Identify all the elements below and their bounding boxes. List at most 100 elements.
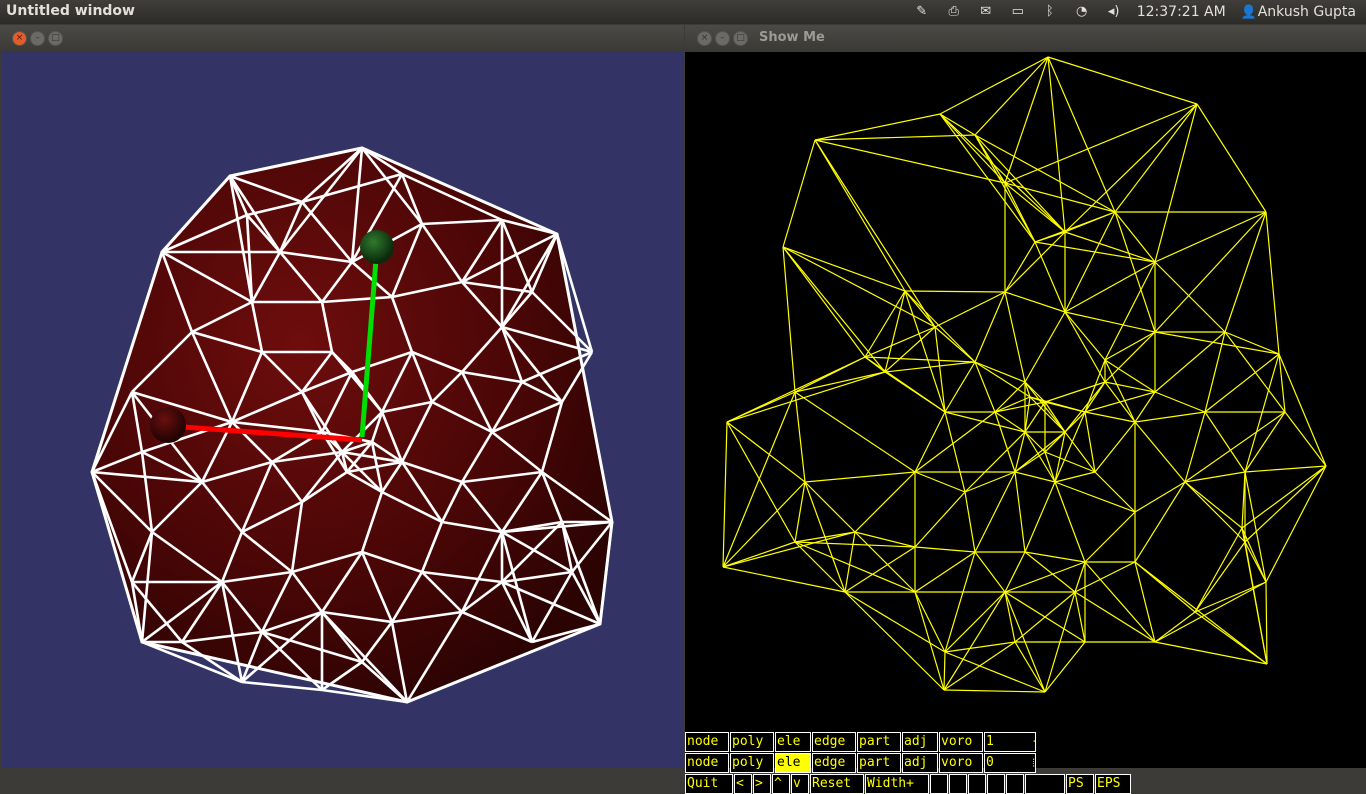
wire-edge bbox=[1265, 581, 1268, 665]
wire-edge bbox=[1154, 611, 1196, 643]
wire-edge bbox=[1134, 421, 1186, 483]
menu-button-voro[interactable]: voro bbox=[939, 732, 983, 752]
bluetooth-icon[interactable]: ᛒ bbox=[1041, 4, 1059, 20]
system-tray: ✎ ⎙ ✉ ▭ ᛒ ◔ ◂) 12:37:21 AM 👤Ankush Gupta bbox=[913, 0, 1356, 24]
menu-button-1-[interactable]: 1 + bbox=[984, 732, 1036, 752]
maximize-button[interactable]: □ bbox=[733, 31, 748, 46]
close-button[interactable]: × bbox=[12, 31, 27, 46]
wire-edge bbox=[904, 290, 976, 363]
menu-button-poly[interactable]: poly bbox=[730, 732, 774, 752]
menu-button-part[interactable]: part bbox=[857, 753, 901, 773]
menu-button-width-[interactable]: Width+ bbox=[865, 774, 929, 794]
menu-button-adj[interactable]: adj bbox=[902, 753, 938, 773]
wifi-icon[interactable]: ◔ bbox=[1073, 4, 1091, 20]
wire-edge bbox=[1084, 391, 1156, 413]
wire-edge bbox=[1265, 465, 1327, 583]
app-title: Untitled window bbox=[6, 3, 135, 19]
wire-edge bbox=[1154, 641, 1268, 665]
user-menu[interactable]: 👤Ankush Gupta bbox=[1240, 4, 1356, 21]
wire-edge bbox=[1244, 411, 1286, 473]
mesh-edge bbox=[241, 680, 323, 692]
wire-edge bbox=[943, 591, 1006, 691]
wire-edge bbox=[854, 531, 916, 593]
menu-button-node[interactable]: node bbox=[685, 732, 729, 752]
menu-button-quit[interactable]: Quit bbox=[685, 774, 733, 794]
wire-edge bbox=[722, 541, 796, 568]
window-title: Show Me bbox=[759, 30, 825, 45]
close-button[interactable]: × bbox=[697, 31, 712, 46]
window-titlebar[interactable]: × – □ bbox=[0, 25, 684, 52]
wire-edge bbox=[1064, 311, 1106, 383]
mail-icon[interactable]: ✉ bbox=[977, 4, 995, 20]
wire-edge bbox=[1024, 401, 1046, 433]
menu-button-ele[interactable]: ele bbox=[775, 732, 811, 752]
menu-button-ps[interactable]: PS bbox=[1066, 774, 1094, 794]
wire-edge bbox=[794, 391, 806, 483]
wire-edge bbox=[1204, 353, 1280, 413]
minimize-button[interactable]: – bbox=[30, 31, 45, 46]
menu-button-node[interactable]: node bbox=[685, 753, 729, 773]
menu-button-blank[interactable] bbox=[1025, 774, 1065, 794]
wire-edge bbox=[974, 291, 1006, 363]
wire-edge bbox=[1204, 331, 1226, 413]
menu-button-adj[interactable]: adj bbox=[902, 732, 938, 752]
menu-button-edge[interactable]: edge bbox=[812, 753, 856, 773]
wire-edge bbox=[794, 541, 916, 593]
window-titlebar[interactable]: × – □ Show Me bbox=[685, 25, 1366, 52]
menu-button-reset[interactable]: Reset bbox=[810, 774, 864, 794]
wire-edge bbox=[943, 689, 1046, 693]
menu-button-0-[interactable]: 0 ⬚ bbox=[984, 753, 1036, 773]
wire-edge bbox=[804, 471, 916, 483]
wire-edge bbox=[1114, 211, 1156, 263]
wire-edge bbox=[943, 641, 1016, 691]
wire-edge bbox=[1074, 591, 1086, 643]
wire-edge bbox=[1024, 311, 1066, 383]
wireframe-canvas[interactable]: node poly ele edge part adj voro 1 + node poly el… bbox=[685, 52, 1366, 794]
battery-icon[interactable]: ▭ bbox=[1009, 4, 1027, 20]
wire-edge bbox=[944, 641, 1016, 653]
wire-edge bbox=[1244, 471, 1267, 583]
volume-icon[interactable]: ◂) bbox=[1105, 4, 1123, 20]
maximize-button[interactable]: □ bbox=[48, 31, 63, 46]
wire-edge bbox=[1034, 241, 1066, 313]
wire-edge bbox=[1244, 353, 1280, 473]
wire-edge bbox=[934, 326, 976, 363]
wire-edge bbox=[722, 481, 806, 568]
menu-button-part[interactable]: part bbox=[857, 732, 901, 752]
wire-edge bbox=[1114, 103, 1198, 213]
3d-mesh-svg bbox=[90, 146, 614, 704]
wire-edge bbox=[884, 371, 946, 413]
wire-edge bbox=[1014, 641, 1046, 693]
notes-icon[interactable]: ✎ bbox=[913, 4, 931, 20]
menu-button-blank[interactable] bbox=[968, 774, 986, 794]
menu-button--[interactable]: > bbox=[753, 774, 771, 794]
menu-button-blank[interactable] bbox=[930, 774, 948, 794]
menu-button-edge[interactable]: edge bbox=[812, 732, 856, 752]
wire-edge bbox=[1047, 56, 1066, 233]
wire-edge bbox=[1094, 471, 1136, 513]
menu-button--[interactable]: ^ bbox=[772, 774, 790, 794]
wire-edge bbox=[1184, 471, 1246, 483]
menu-button-blank[interactable] bbox=[1006, 774, 1024, 794]
wire-edge bbox=[1024, 396, 1031, 433]
minimize-button[interactable]: – bbox=[715, 31, 730, 46]
wire-edge bbox=[974, 551, 1006, 593]
mesh-view-window: × – □ bbox=[0, 25, 684, 768]
menu-row-1: node poly ele edge part adj voro 1 + bbox=[685, 732, 1037, 752]
wire-edge bbox=[1054, 481, 1086, 563]
menu-button--[interactable]: < bbox=[734, 774, 752, 794]
menu-button-poly[interactable]: poly bbox=[730, 753, 774, 773]
wire-edge bbox=[1094, 421, 1136, 473]
menu-button-ele[interactable]: ele bbox=[775, 753, 811, 773]
wire-edge bbox=[782, 139, 816, 248]
clock[interactable]: 12:37:21 AM bbox=[1137, 4, 1226, 20]
wire-edge bbox=[943, 651, 946, 691]
menu-button-blank[interactable] bbox=[987, 774, 1005, 794]
menu-button-eps[interactable]: EPS bbox=[1095, 774, 1131, 794]
printer-icon[interactable]: ⎙ bbox=[945, 4, 963, 20]
menu-button-voro[interactable]: voro bbox=[939, 753, 983, 773]
menu-button-v[interactable]: v bbox=[791, 774, 809, 794]
menu-button-blank[interactable] bbox=[949, 774, 967, 794]
3d-mesh-canvas[interactable] bbox=[2, 52, 684, 768]
wireframe-edges bbox=[722, 56, 1327, 693]
